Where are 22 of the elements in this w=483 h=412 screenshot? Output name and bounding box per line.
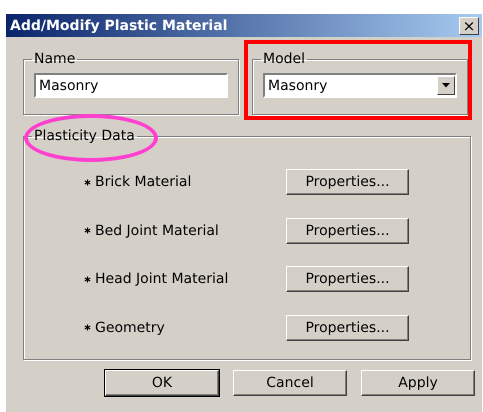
dialog-button[interactable]: Cancel [233,370,347,396]
dialog-button[interactable]: OK [105,370,219,396]
close-button[interactable]: × [459,16,479,34]
bullet-icon [84,178,91,186]
bullet-icon [84,324,91,332]
properties-button[interactable]: Properties... [286,169,409,196]
material-label: Bed Joint Material [95,222,219,239]
model-dropdown[interactable]: Masonry [263,73,457,98]
bullet-icon [84,276,91,283]
material-label: Geometry [95,320,165,336]
name-field[interactable]: Masonry [34,73,228,98]
group-label: Plasticity Data [33,128,136,144]
dialog-button[interactable]: Apply [361,370,475,396]
properties-button[interactable]: Properties... [286,314,409,341]
window-title: Add/Modify Plastic Material [10,18,228,34]
bullet-icon [84,227,91,234]
material-label: Brick Material [95,174,192,190]
properties-button[interactable]: Properties... [286,266,409,292]
group-label: Name [33,51,76,67]
group-label: Model [262,51,306,67]
properties-button[interactable]: Properties... [286,218,409,244]
material-label: Head Joint Material [95,271,228,288]
